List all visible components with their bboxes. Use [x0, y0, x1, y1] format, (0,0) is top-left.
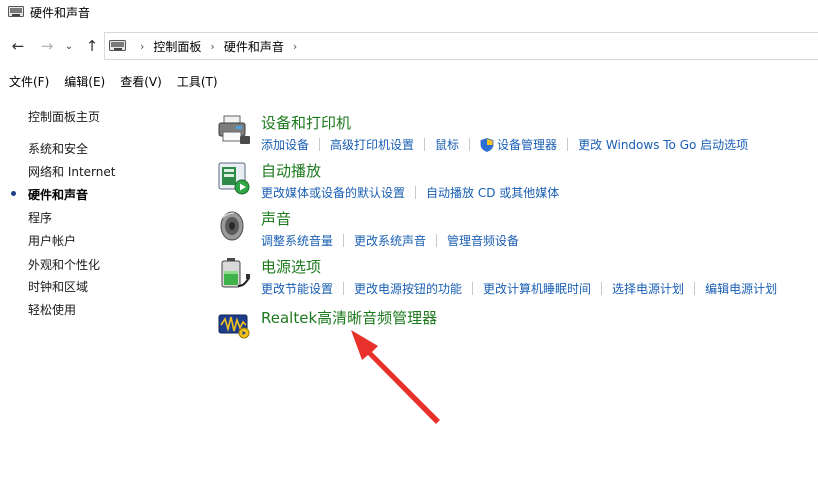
menu-tools[interactable]: 工具(T): [177, 73, 218, 90]
sidebar-home-link[interactable]: 控制面板主页: [28, 108, 100, 125]
forward-button[interactable]: →: [37, 36, 57, 56]
chevron-right-icon: ›: [210, 39, 215, 53]
category-links: 更改节能设置 更改电源按钮的功能 更改计算机睡眠时间 选择电源计划 编辑电源计划: [261, 280, 777, 297]
link-divider: [567, 138, 569, 151]
sidebar-item-ease-of-access[interactable]: 轻松使用: [28, 301, 76, 318]
menu-bar: 文件(F) 编辑(E) 查看(V) 工具(T): [0, 70, 818, 92]
menu-file[interactable]: 文件(F): [9, 73, 49, 90]
autoplay-icon: [218, 162, 250, 195]
category-title-power-options[interactable]: 电源选项: [261, 256, 321, 277]
sidebar-item-appearance[interactable]: 外观和个性化: [28, 256, 100, 273]
link-mouse[interactable]: 鼠标: [435, 136, 459, 153]
link-manage-audio-devices[interactable]: 管理音频设备: [447, 232, 519, 249]
link-divider: [343, 282, 345, 295]
link-edit-power-plan[interactable]: 编辑电源计划: [705, 280, 777, 297]
address-bar[interactable]: › 控制面板 › 硬件和声音 ›: [104, 32, 818, 60]
link-divider: [694, 282, 696, 295]
link-add-device[interactable]: 添加设备: [261, 136, 309, 153]
category-title-devices-printers[interactable]: 设备和打印机: [261, 112, 351, 133]
link-divider: [601, 282, 603, 295]
link-divider: [469, 138, 471, 151]
battery-icon: [221, 258, 250, 288]
link-divider: [436, 234, 438, 247]
link-divider: [415, 186, 417, 199]
up-button[interactable]: ↑: [82, 36, 102, 56]
sidebar-item-clock-region[interactable]: 时钟和区域: [28, 278, 88, 295]
link-divider: [343, 234, 345, 247]
sidebar-item-system-security[interactable]: 系统和安全: [28, 140, 88, 157]
link-autoplay-cd[interactable]: 自动播放 CD 或其他媒体: [426, 184, 559, 201]
category-title-autoplay[interactable]: 自动播放: [261, 160, 321, 181]
address-row: ← → ⌄ ↑ › 控制面板 › 硬件和声音 ›: [0, 32, 818, 60]
link-divider: [472, 282, 474, 295]
control-panel-icon: [109, 40, 126, 51]
recent-locations-button[interactable]: ⌄: [62, 36, 76, 56]
link-device-manager[interactable]: 设备管理器: [480, 136, 557, 153]
uac-shield-icon: [480, 137, 494, 152]
breadcrumb-hardware-sound[interactable]: 硬件和声音: [224, 38, 284, 55]
realtek-audio-icon: [218, 314, 250, 339]
forward-arrow-icon: →: [40, 37, 54, 55]
category-links: 调整系统音量 更改系统声音 管理音频设备: [261, 232, 519, 249]
menu-edit[interactable]: 编辑(E): [64, 73, 105, 90]
link-divider: [424, 138, 426, 151]
back-arrow-icon: ←: [11, 37, 25, 55]
speaker-icon: [220, 211, 244, 241]
link-choose-power-plan[interactable]: 选择电源计划: [612, 280, 684, 297]
chevron-right-icon: ›: [140, 39, 145, 53]
sidebar-item-user-accounts[interactable]: 用户帐户: [28, 232, 76, 249]
link-adjust-volume[interactable]: 调整系统音量: [261, 232, 333, 249]
link-advanced-printer-setup[interactable]: 高级打印机设置: [330, 136, 414, 153]
category-links: 更改媒体或设备的默认设置 自动播放 CD 或其他媒体: [261, 184, 559, 201]
back-button[interactable]: ←: [8, 36, 28, 56]
link-device-manager-label: 设备管理器: [497, 138, 558, 152]
up-arrow-icon: ↑: [85, 37, 99, 55]
sidebar-item-programs[interactable]: 程序: [28, 209, 52, 226]
category-title-realtek-audio[interactable]: Realtek高清晰音频管理器: [261, 307, 437, 328]
sidebar-item-network[interactable]: 网络和 Internet: [28, 163, 115, 180]
chevron-right-icon: ›: [292, 39, 298, 53]
link-divider: [319, 138, 321, 151]
sidebar-item-hardware-sound[interactable]: 硬件和声音: [28, 186, 88, 203]
control-panel-icon: [8, 6, 24, 17]
link-windows-to-go[interactable]: 更改 Windows To Go 启动选项: [578, 136, 748, 153]
title-bar: 硬件和声音: [0, 0, 818, 24]
category-links: 添加设备 高级打印机设置 鼠标 设备管理器 更改 Windows To Go 启…: [261, 136, 748, 153]
link-sleep-time[interactable]: 更改计算机睡眠时间: [483, 280, 591, 297]
current-item-bullet-icon: [11, 191, 16, 196]
window-title: 硬件和声音: [30, 5, 91, 20]
link-change-system-sounds[interactable]: 更改系统声音: [354, 232, 426, 249]
menu-view[interactable]: 查看(V): [120, 73, 162, 90]
link-power-button-function[interactable]: 更改电源按钮的功能: [354, 280, 462, 297]
breadcrumb-control-panel[interactable]: 控制面板: [153, 38, 201, 55]
link-power-saving-settings[interactable]: 更改节能设置: [261, 280, 333, 297]
category-title-sound[interactable]: 声音: [261, 208, 291, 229]
chevron-down-icon: ⌄: [64, 40, 74, 52]
printer-icon: [218, 115, 250, 144]
link-change-media-defaults[interactable]: 更改媒体或设备的默认设置: [261, 184, 405, 201]
